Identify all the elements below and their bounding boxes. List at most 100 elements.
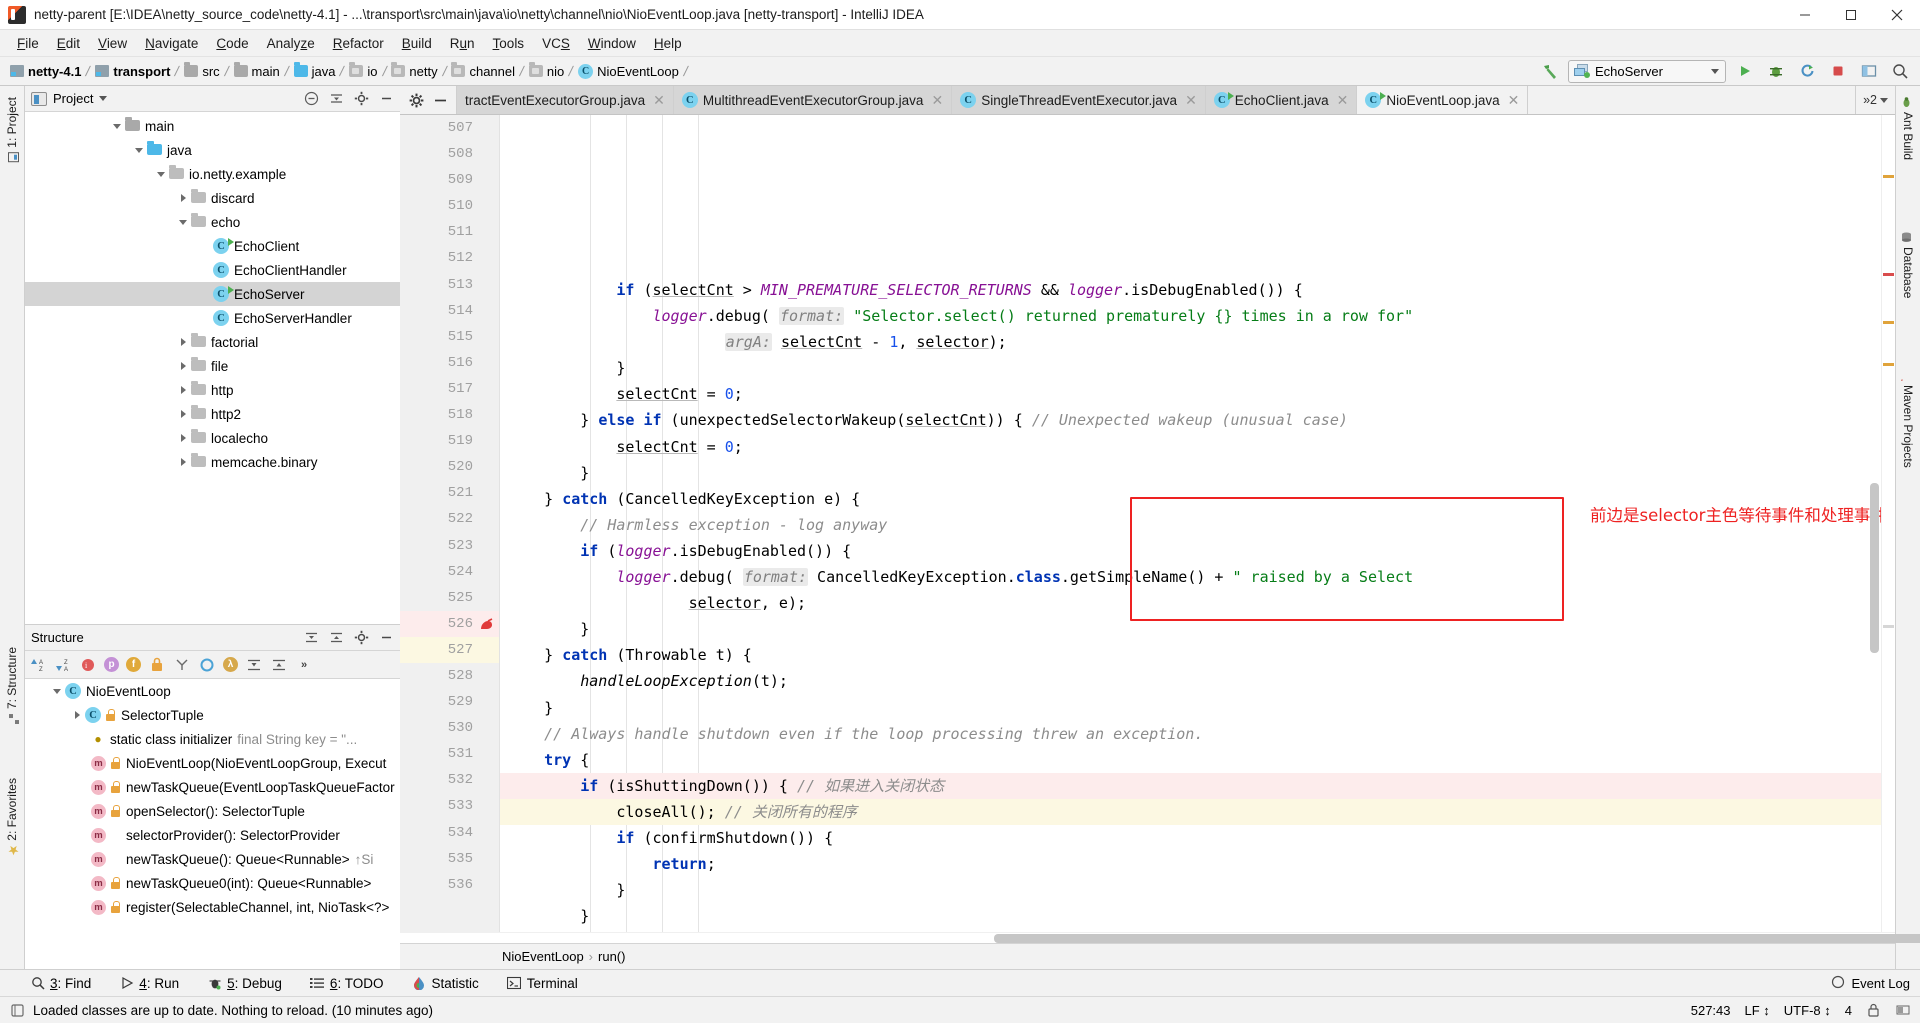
marker-warning[interactable] — [1883, 321, 1894, 324]
code-line[interactable]: selectCnt = 0; — [500, 434, 1881, 460]
debug-button[interactable] — [1764, 60, 1788, 83]
sidebar-item-database[interactable]: Database — [1898, 225, 1918, 305]
collapse-all-icon[interactable] — [270, 656, 288, 674]
code-line[interactable]: } — [500, 355, 1881, 381]
marker-warning[interactable] — [1883, 363, 1894, 366]
line-number[interactable]: 517 — [400, 376, 499, 402]
menu-navigate[interactable]: Navigate — [136, 33, 207, 54]
structure-item-newtaskqueue-factory[interactable]: m newTaskQueue(EventLoopTaskQueueFactor — [25, 775, 400, 799]
editor-breadcrumb-method[interactable]: run() — [598, 949, 625, 964]
tree-item-java[interactable]: java — [25, 138, 400, 162]
editor-gutter[interactable]: 507 508 509 510 511 512 513 514 515 516 517 518 519 5… — [400, 115, 500, 932]
hide-icon[interactable] — [378, 630, 394, 646]
menu-vcs[interactable]: VCS — [533, 33, 579, 54]
toolwindow-debug[interactable]: 5: Debug — [203, 974, 286, 993]
project-tree[interactable]: main java io.netty.example discard echo … — [25, 112, 400, 624]
breadcrumb-io[interactable]: io — [347, 62, 379, 79]
line-number[interactable]: 527 — [400, 636, 499, 663]
menu-refactor[interactable]: Refactor — [324, 33, 393, 54]
run-with-coverage-button[interactable] — [1795, 60, 1819, 83]
line-number[interactable]: 511 — [400, 219, 499, 245]
breadcrumb-transport[interactable]: transport — [93, 64, 172, 79]
structure-item-selectortuple[interactable]: C SelectorTuple — [25, 703, 400, 727]
breadcrumb-netty-4-1[interactable]: netty-4.1 — [8, 64, 83, 79]
menu-run[interactable]: Run — [441, 33, 484, 54]
editor-tab-abstracteventexecutorgroup[interactable]: tractEventExecutorGroup.java ✕ — [457, 86, 674, 114]
code-line[interactable]: selector, e); — [500, 590, 1881, 616]
menu-analyze[interactable]: Analyze — [258, 33, 324, 54]
run-button[interactable] — [1733, 60, 1757, 83]
chevron-right-icon[interactable] — [175, 406, 191, 422]
structure-item-openselector[interactable]: m openSelector(): SelectorTuple — [25, 799, 400, 823]
editor-marker-strip[interactable] — [1881, 115, 1895, 932]
maximize-button[interactable] — [1828, 0, 1874, 30]
code-line[interactable]: closeAll(); // 关闭所有的程序 — [500, 798, 1881, 825]
indent-size[interactable]: 4 — [1845, 1003, 1852, 1018]
more-icon[interactable]: » — [295, 656, 313, 674]
close-icon[interactable]: ✕ — [1185, 92, 1197, 109]
code-line[interactable]: return; — [500, 851, 1881, 877]
code-line[interactable]: if (confirmShutdown()) { — [500, 825, 1881, 851]
structure-item-newtaskqueue[interactable]: m newTaskQueue(): Queue<Runnable> ↑Si — [25, 847, 400, 871]
show-anonymous-icon[interactable] — [198, 656, 216, 674]
code-line[interactable]: if (isShuttingDown()) { // 如果进入关闭状态 — [500, 772, 1881, 799]
chevron-right-icon[interactable] — [175, 190, 191, 206]
menu-file[interactable]: File — [8, 33, 48, 54]
sort-by-visibility-icon[interactable]: ZA — [54, 656, 72, 674]
line-number[interactable]: 510 — [400, 193, 499, 219]
tree-item-file[interactable]: file — [25, 354, 400, 378]
layout-button[interactable] — [1857, 60, 1881, 83]
expand-all-icon[interactable] — [245, 656, 263, 674]
code-line[interactable]: } — [500, 460, 1881, 486]
sidebar-item-favorites[interactable]: 2: Favorites — [2, 771, 22, 863]
bookmark-icon[interactable] — [479, 617, 493, 631]
line-number[interactable]: 512 — [400, 245, 499, 271]
structure-item-selectorprovider[interactable]: m selectorProvider(): SelectorProvider — [25, 823, 400, 847]
chevron-down-icon[interactable] — [99, 96, 108, 101]
line-number[interactable]: 536 — [400, 872, 499, 898]
chevron-down-icon[interactable] — [131, 142, 147, 158]
line-number[interactable]: 523 — [400, 533, 499, 559]
breadcrumb-nioeventloop[interactable]: C NioEventLoop — [576, 63, 681, 79]
collapse-all-icon[interactable] — [303, 91, 319, 107]
code-line[interactable]: } catch (Throwable t) { — [500, 642, 1881, 668]
close-icon[interactable]: ✕ — [1508, 92, 1520, 109]
menu-tools[interactable]: Tools — [484, 33, 534, 54]
code-line[interactable]: } else if (unexpectedSelectorWakeup(sele… — [500, 407, 1881, 433]
line-number[interactable]: 533 — [400, 793, 499, 819]
line-number[interactable]: 524 — [400, 559, 499, 585]
tree-item-echo[interactable]: echo — [25, 210, 400, 234]
tree-item-echoclient[interactable]: C EchoClient — [25, 234, 400, 258]
sidebar-item-maven-projects[interactable]: m Maven Projects — [1896, 363, 1918, 475]
settings-gear-icon[interactable] — [408, 92, 424, 108]
collapse-all-icon[interactable] — [328, 630, 344, 646]
show-fields-icon[interactable]: f — [126, 657, 141, 672]
toolwindow-todo[interactable]: 6: TODO — [306, 974, 388, 993]
menu-window[interactable]: Window — [579, 33, 645, 54]
show-inherited-icon[interactable]: i — [79, 656, 97, 674]
sort-alphabetically-icon[interactable]: AZ — [29, 656, 47, 674]
tree-item-localecho[interactable]: localecho — [25, 426, 400, 450]
line-number[interactable]: 507 — [400, 115, 499, 141]
memory-indicator-icon[interactable] — [1895, 1003, 1910, 1018]
structure-item-constructor[interactable]: m NioEventLoop(NioEventLoopGroup, Execut — [25, 751, 400, 775]
chevron-right-icon[interactable] — [69, 707, 85, 723]
close-icon[interactable]: ✕ — [931, 92, 943, 109]
toolwindow-statistic[interactable]: Statistic — [407, 974, 482, 993]
tree-item-main[interactable]: main — [25, 114, 400, 138]
line-number[interactable]: 521 — [400, 480, 499, 506]
close-icon[interactable]: ✕ — [1337, 92, 1349, 109]
tree-item-http2[interactable]: http2 — [25, 402, 400, 426]
code-line[interactable]: } — [500, 695, 1881, 721]
line-number[interactable]: 509 — [400, 167, 499, 193]
chevron-down-icon[interactable] — [49, 683, 65, 699]
code-line[interactable]: } — [500, 903, 1881, 929]
editor-tabs-overflow-button[interactable]: »2 — [1855, 86, 1895, 114]
line-number[interactable]: 513 — [400, 272, 499, 298]
menu-help[interactable]: Help — [645, 33, 691, 54]
code-line[interactable]: logger.debug( format: CancelledKeyExcept… — [500, 564, 1881, 590]
show-properties-icon[interactable]: p — [104, 657, 119, 672]
sidebar-item-project[interactable]: 1: Project — [2, 90, 22, 170]
show-lambda-icon[interactable]: λ — [223, 657, 238, 672]
code-line[interactable]: logger.debug( format: "Selector.select()… — [500, 303, 1881, 329]
